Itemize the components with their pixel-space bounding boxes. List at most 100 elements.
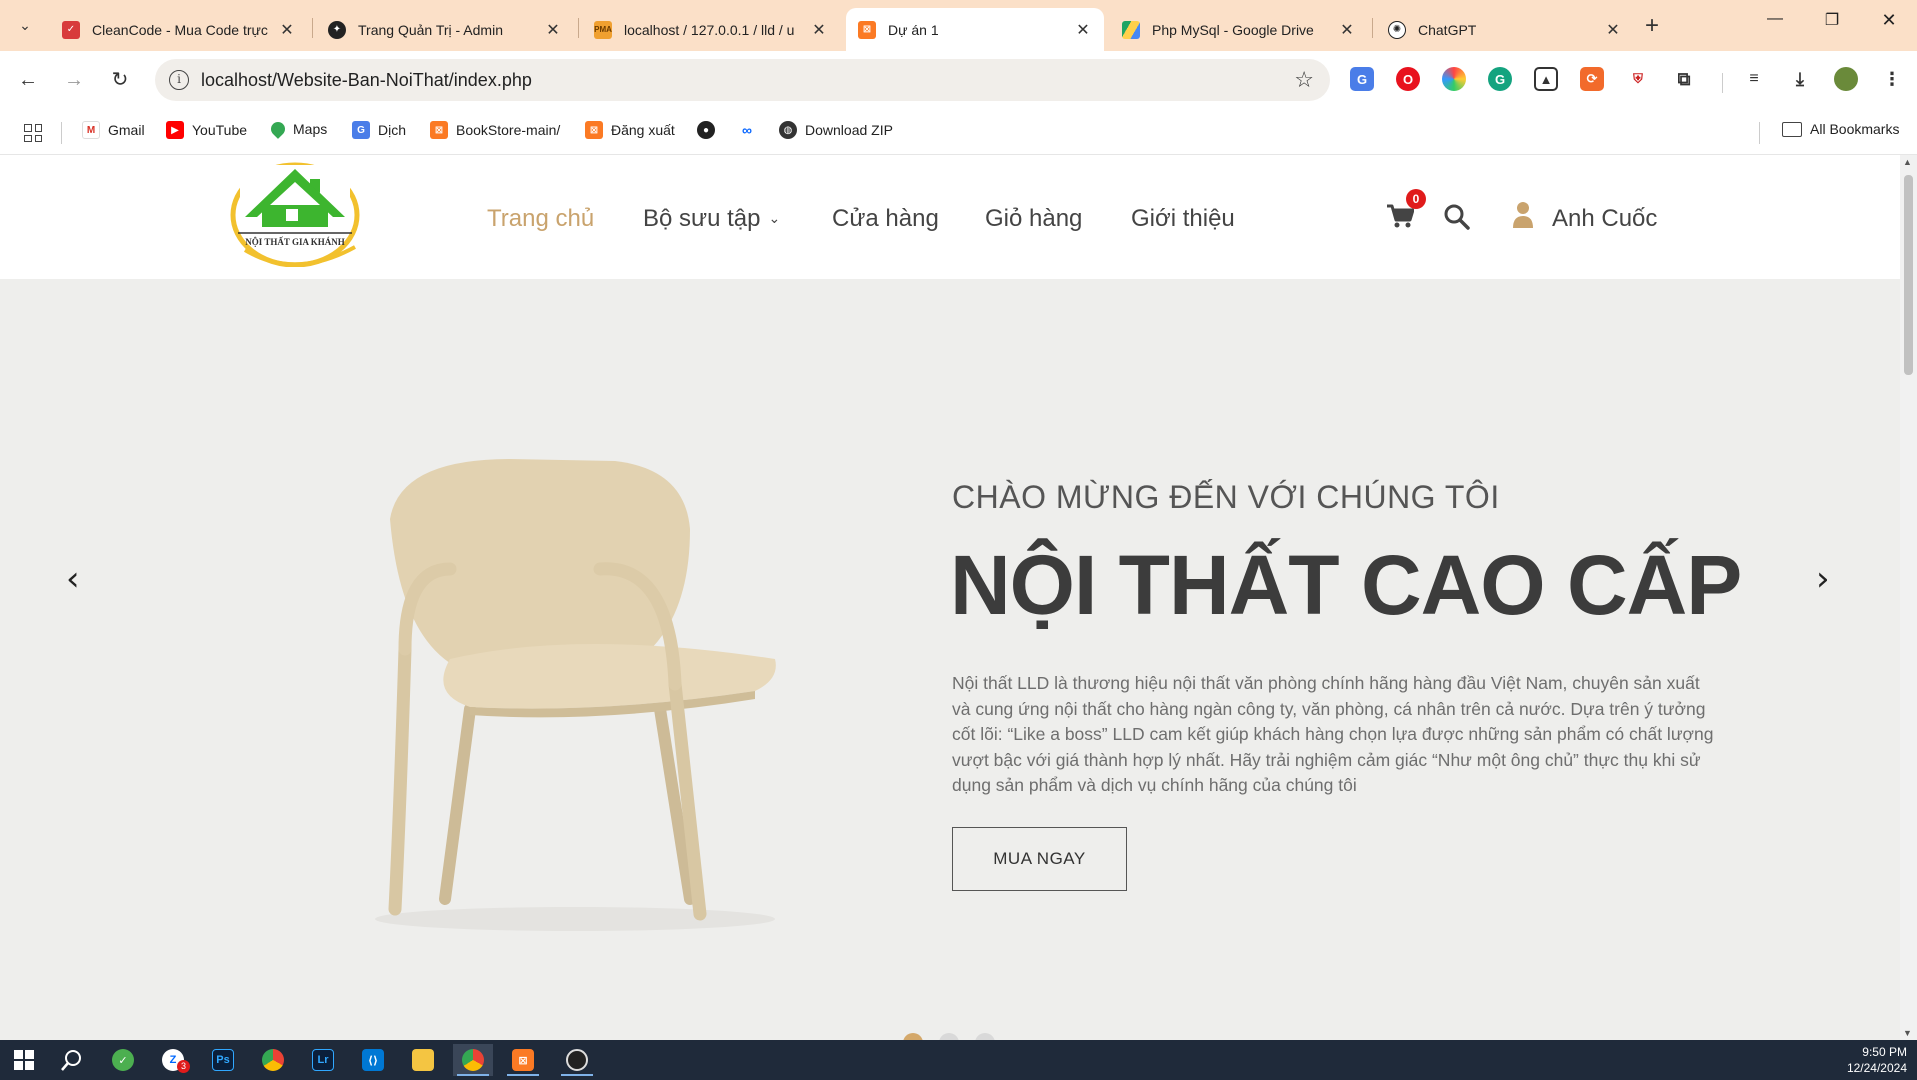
taskbar-app-lightroom[interactable]: Lr xyxy=(303,1044,343,1076)
close-tab-icon[interactable]: ✕ xyxy=(278,20,296,40)
bookmark-logout[interactable]: ⊠ Đăng xuất xyxy=(585,121,675,139)
taskbar-search[interactable] xyxy=(52,1044,92,1076)
close-tab-icon[interactable]: ✕ xyxy=(1604,20,1622,40)
chevron-down-icon: ⌄ xyxy=(768,210,781,226)
bookmark-label: BookStore-main/ xyxy=(456,122,561,138)
slide-dot-1[interactable] xyxy=(903,1033,923,1040)
address-bar[interactable]: i localhost/Website-Ban-NoiThat/index.ph… xyxy=(155,59,1330,101)
phpmyadmin-icon: PMA xyxy=(594,20,612,39)
taskbar-app-xampp[interactable]: ⊠ xyxy=(503,1044,543,1076)
taskbar-app-chrome-active[interactable] xyxy=(453,1044,493,1076)
prev-slide-icon[interactable]: ‹ xyxy=(66,559,80,599)
minimize-icon[interactable]: — xyxy=(1752,10,1798,28)
tab-chatgpt[interactable]: ✺ ChatGPT ✕ xyxy=(1376,8,1634,51)
photoshop-app-icon: Ps xyxy=(212,1049,234,1071)
page-scrollbar[interactable]: ▲ ▼ xyxy=(1900,155,1917,1040)
forward-icon[interactable]: → xyxy=(60,66,88,94)
vscode-app-icon: ⟨⟩ xyxy=(362,1049,384,1071)
profile-avatar-icon[interactable] xyxy=(1834,67,1858,91)
nav-cart[interactable]: Giỏ hàng xyxy=(985,205,1082,233)
tab-divider xyxy=(1372,18,1373,38)
google-translate-extension-icon[interactable]: G xyxy=(1350,67,1374,91)
url-text[interactable]: localhost/Website-Ban-NoiThat/index.php xyxy=(201,70,532,91)
image-extension-icon[interactable]: ▲ xyxy=(1534,67,1558,91)
zalo-notification-badge: 3 xyxy=(177,1060,190,1073)
nav-collection[interactable]: Bộ sưu tập ⌄ xyxy=(643,205,780,233)
chrome-menu-icon[interactable]: ⋮ xyxy=(1880,67,1904,91)
new-tab-icon[interactable]: + xyxy=(1645,12,1659,40)
sync-extension-icon[interactable]: ⟳ xyxy=(1580,67,1604,91)
back-icon[interactable]: ← xyxy=(14,66,42,94)
chair-shadow xyxy=(375,907,775,931)
apps-grid-icon[interactable] xyxy=(24,124,42,142)
scroll-down-icon[interactable]: ▼ xyxy=(1903,1028,1912,1038)
xampp-icon: ⊠ xyxy=(585,121,603,139)
taskbar-app-zalo[interactable]: Z 3 xyxy=(153,1044,193,1076)
color-picker-extension-icon[interactable] xyxy=(1442,67,1466,91)
close-tab-icon[interactable]: ✕ xyxy=(1338,20,1356,40)
buy-now-button[interactable]: MUA NGAY xyxy=(952,827,1127,891)
user-name[interactable]: Anh Cuốc xyxy=(1552,205,1657,233)
bookmark-gmail[interactable]: M Gmail xyxy=(82,121,145,139)
slide-dot-2[interactable] xyxy=(939,1033,959,1040)
bookmark-github[interactable]: ● xyxy=(697,121,723,139)
next-slide-icon[interactable]: › xyxy=(1816,559,1830,599)
bookmark-bookstore[interactable]: ⊠ BookStore-main/ xyxy=(430,121,560,139)
nav-home[interactable]: Trang chủ xyxy=(487,205,594,233)
tab-google-drive[interactable]: Php MySql - Google Drive ✕ xyxy=(1110,8,1368,51)
user-icon[interactable] xyxy=(1512,201,1534,229)
tab-search-chevron-icon[interactable]: ⌄ xyxy=(10,10,40,40)
taskbar-app-file-explorer[interactable] xyxy=(403,1044,443,1076)
tab-title: localhost / 127.0.0.1 / lld / u xyxy=(624,21,795,38)
taskbar-app-vscode[interactable]: ⟨⟩ xyxy=(353,1044,393,1076)
nav-shop[interactable]: Cửa hàng xyxy=(832,205,939,233)
extensions-puzzle-icon[interactable]: ⧉ xyxy=(1672,67,1696,91)
hero-chair-image xyxy=(375,459,776,931)
taskbar-app-photoshop[interactable]: Ps xyxy=(203,1044,243,1076)
bookmark-download-zip[interactable]: ◍ Download ZIP xyxy=(779,121,893,139)
bookmark-translate[interactable]: G Dịch xyxy=(352,121,406,139)
download-icon[interactable]: ⤓ xyxy=(1788,67,1812,91)
hero-slider: CHÀO MỪNG ĐẾN VỚI CHÚNG TÔI NỘI THẤT CAO… xyxy=(0,279,1900,1040)
tab-cleancode[interactable]: ✓ CleanCode - Mua Code trực ✕ xyxy=(50,8,308,51)
browser-toolbar: ← → ↻ i localhost/Website-Ban-NoiThat/in… xyxy=(0,51,1917,109)
bookmark-star-icon[interactable]: ☆ xyxy=(1294,67,1314,93)
reload-icon[interactable]: ↻ xyxy=(106,66,134,94)
windows-logo-icon xyxy=(14,1050,34,1070)
site-info-icon[interactable]: i xyxy=(169,70,189,90)
start-button[interactable] xyxy=(4,1044,44,1076)
taskbar-app-chrome[interactable] xyxy=(253,1044,293,1076)
close-tab-icon[interactable]: ✕ xyxy=(810,20,828,40)
close-tab-icon[interactable]: ✕ xyxy=(544,20,562,40)
hero-title: NỘI THẤT CAO CẤP xyxy=(950,538,1742,632)
opera-extension-icon[interactable]: O xyxy=(1396,67,1420,91)
ublock-extension-icon[interactable]: ⛨ xyxy=(1626,67,1650,91)
scrollbar-thumb[interactable] xyxy=(1904,175,1913,375)
bookmark-maps[interactable]: Maps xyxy=(268,119,327,139)
gmail-icon: M xyxy=(82,121,100,139)
grammarly-extension-icon[interactable]: G xyxy=(1488,67,1512,91)
all-bookmarks[interactable]: All Bookmarks xyxy=(1782,121,1899,137)
tab-admin[interactable]: ✦ Trang Quản Trị - Admin ✕ xyxy=(316,8,574,51)
bookmark-label: YouTube xyxy=(192,122,248,138)
taskbar-app-cleaner[interactable]: ✓ xyxy=(103,1044,143,1076)
site-logo[interactable]: NỘI THẤT GIA KHÁNH xyxy=(230,155,360,267)
youtube-icon: ▶ xyxy=(166,121,184,139)
nav-about[interactable]: Giới thiệu xyxy=(1131,205,1235,233)
close-window-icon[interactable]: ✕ xyxy=(1866,10,1912,31)
tab-du-an-1[interactable]: ⊠ Dự án 1 ✕ xyxy=(846,8,1104,51)
bookmark-youtube[interactable]: ▶ YouTube xyxy=(166,121,247,139)
tab-phpmyadmin[interactable]: PMA localhost / 127.0.0.1 / lld / u ✕ xyxy=(582,8,840,51)
cleancode-icon: ✓ xyxy=(62,20,80,39)
slide-indicators xyxy=(903,1033,995,1040)
bookmark-meta[interactable]: ∞ xyxy=(738,121,764,139)
restore-icon[interactable]: ❐ xyxy=(1809,10,1855,30)
system-clock[interactable]: 9:50 PM 12/24/2024 xyxy=(1847,1044,1907,1076)
close-tab-icon[interactable]: ✕ xyxy=(1074,20,1092,40)
search-icon[interactable] xyxy=(1443,203,1471,231)
chair-backrest xyxy=(390,459,690,669)
slide-dot-3[interactable] xyxy=(975,1033,995,1040)
scroll-up-icon[interactable]: ▲ xyxy=(1903,157,1912,167)
taskbar-app-obs[interactable] xyxy=(557,1044,597,1076)
media-controls-icon[interactable]: ≡ xyxy=(1742,67,1766,91)
